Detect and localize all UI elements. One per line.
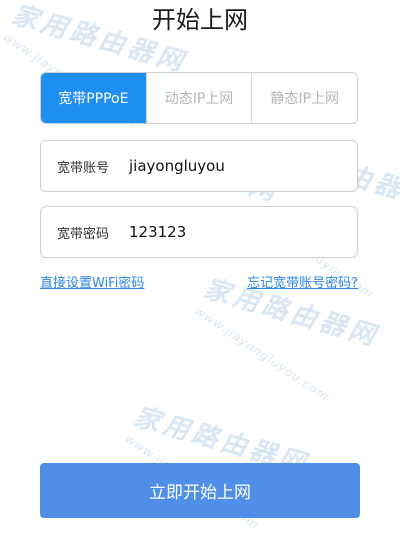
password-label: 宽带密码 — [57, 226, 110, 242]
connection-type-tabs: 宽带PPPoE 动态IP上网 静态IP上网 — [40, 72, 358, 124]
tab-dynamic-ip[interactable]: 动态IP上网 — [145, 73, 252, 123]
username-label: 宽带账号 — [57, 160, 110, 176]
username-input[interactable] — [129, 157, 357, 175]
tab-pppoe[interactable]: 宽带PPPoE — [41, 73, 146, 123]
set-wifi-password-link[interactable]: 直接设置WiFi密码 — [40, 272, 144, 291]
password-field: 宽带密码 — [40, 206, 358, 258]
forgot-account-link[interactable]: 忘记宽带账号密码? — [247, 272, 358, 291]
password-input[interactable] — [129, 223, 357, 241]
page-title: 开始上网 — [152, 6, 248, 34]
username-field: 宽带账号 — [40, 140, 358, 192]
start-internet-button[interactable]: 立即开始上网 — [40, 463, 360, 518]
watermark-url: www.jiayongluyou.com — [192, 303, 332, 405]
tab-static-ip[interactable]: 静态IP上网 — [251, 73, 357, 123]
